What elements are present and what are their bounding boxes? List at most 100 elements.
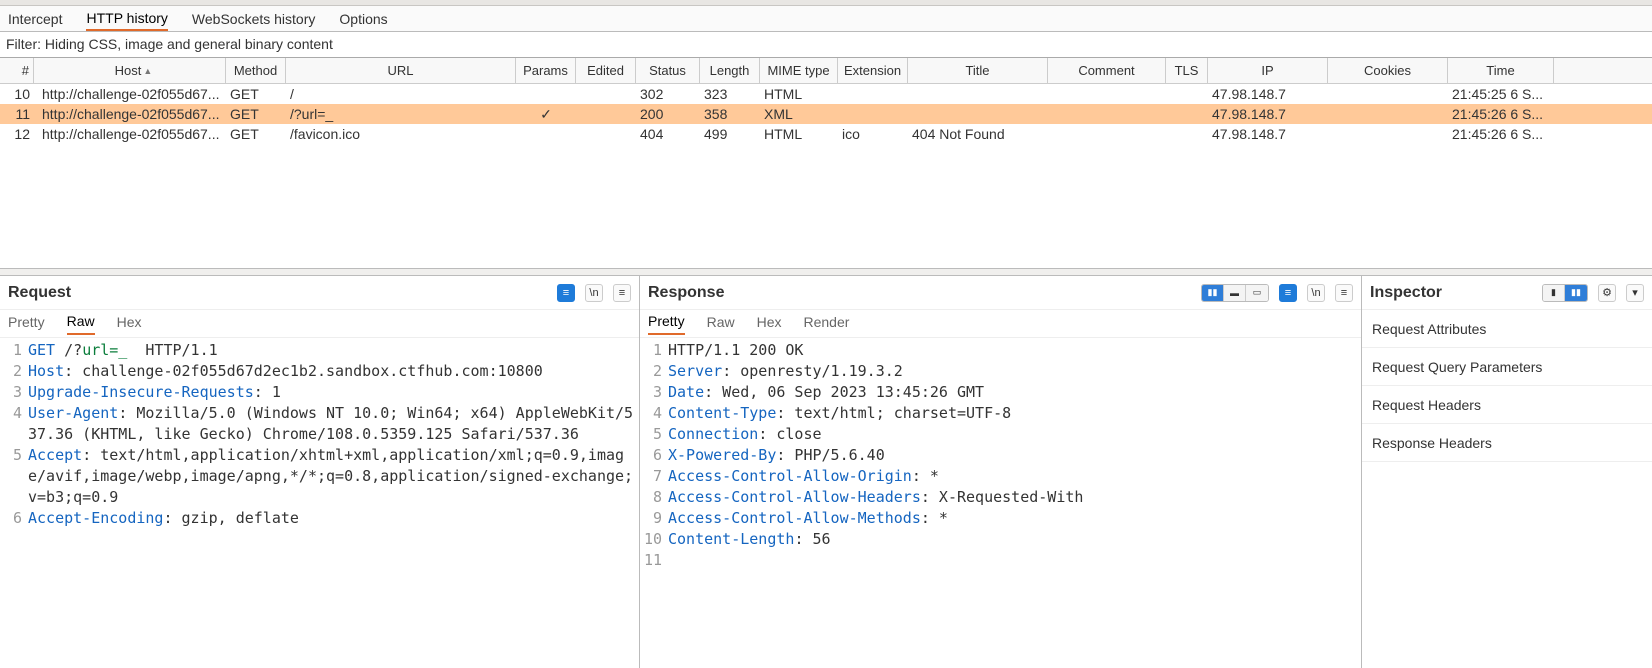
col-method[interactable]: Method: [226, 58, 286, 83]
response-wrap-icon[interactable]: \n: [1307, 284, 1325, 302]
layout-columns-icon[interactable]: ▮▮: [1202, 285, 1224, 301]
request-actions-icon[interactable]: ≡: [557, 284, 575, 302]
cell-edited: [576, 104, 636, 124]
horizontal-splitter[interactable]: [0, 268, 1652, 276]
inspector-section[interactable]: Response Headers: [1362, 424, 1652, 462]
tab-websockets-history[interactable]: WebSockets history: [192, 8, 315, 30]
cell-ext: [838, 104, 908, 124]
code-line: 4Content-Type: text/html; charset=UTF-8: [640, 403, 1361, 424]
inspector-section[interactable]: Request Attributes: [1362, 310, 1652, 348]
layout-toggle[interactable]: ▮▮ ▬ ▭: [1201, 284, 1269, 302]
response-subtab-hex[interactable]: Hex: [757, 314, 782, 334]
table-row[interactable]: 11http://challenge-02f055d67...GET/?url=…: [0, 104, 1652, 124]
response-title: Response: [648, 284, 724, 302]
cell-status: 404: [636, 124, 700, 144]
cell-length: 499: [700, 124, 760, 144]
col-title[interactable]: Title: [908, 58, 1048, 83]
line-number: 5: [640, 424, 668, 445]
inspector-settings-icon[interactable]: ⚙: [1598, 284, 1616, 302]
response-subtab-render[interactable]: Render: [804, 314, 850, 334]
inspector-section[interactable]: Request Query Parameters: [1362, 348, 1652, 386]
col-mime[interactable]: MIME type: [760, 58, 838, 83]
cell-cookies: [1328, 84, 1448, 104]
tab-options[interactable]: Options: [339, 8, 387, 30]
line-text: Content-Type: text/html; charset=UTF-8: [668, 403, 1361, 424]
col-url[interactable]: URL: [286, 58, 516, 83]
cell-status: 302: [636, 84, 700, 104]
request-subtab-raw[interactable]: Raw: [67, 313, 95, 335]
history-table-body[interactable]: 10http://challenge-02f055d67...GET/30232…: [0, 84, 1652, 268]
inspector-section[interactable]: Request Headers: [1362, 386, 1652, 424]
col-params[interactable]: Params: [516, 58, 576, 83]
tab-intercept[interactable]: Intercept: [8, 8, 62, 30]
line-number: 6: [0, 508, 28, 529]
request-subtab-pretty[interactable]: Pretty: [8, 314, 45, 334]
response-subtab-raw[interactable]: Raw: [707, 314, 735, 334]
code-line: 11: [640, 550, 1361, 571]
col-host[interactable]: Host▲: [34, 58, 226, 83]
col-status[interactable]: Status: [636, 58, 700, 83]
response-panel: Response ▮▮ ▬ ▭ ≡ \n ≡ Pretty Raw Hex Re…: [640, 276, 1362, 668]
code-line: 5Accept: text/html,application/xhtml+xml…: [0, 445, 639, 508]
request-wrap-icon[interactable]: \n: [585, 284, 603, 302]
code-line: 2Server: openresty/1.19.3.2: [640, 361, 1361, 382]
line-text: Accept: text/html,application/xhtml+xml,…: [28, 445, 639, 508]
layout-single-icon[interactable]: ▭: [1246, 285, 1268, 301]
col-time[interactable]: Time: [1448, 58, 1554, 83]
cell-mime: XML: [760, 104, 838, 124]
line-text: Accept-Encoding: gzip, deflate: [28, 508, 639, 529]
request-subtab-hex[interactable]: Hex: [117, 314, 142, 334]
sort-indicator-icon: ▲: [143, 66, 152, 76]
col-edited[interactable]: Edited: [576, 58, 636, 83]
cell-status: 200: [636, 104, 700, 124]
col-number[interactable]: #: [0, 58, 34, 83]
col-tls[interactable]: TLS: [1166, 58, 1208, 83]
cell-host: http://challenge-02f055d67...: [34, 104, 226, 124]
inspector-layout-a-icon[interactable]: ▮: [1543, 285, 1565, 301]
line-number: 6: [640, 445, 668, 466]
col-cookies[interactable]: Cookies: [1328, 58, 1448, 83]
line-text: Content-Length: 56: [668, 529, 1361, 550]
line-text: User-Agent: Mozilla/5.0 (Windows NT 10.0…: [28, 403, 639, 445]
cell-title: [908, 84, 1048, 104]
code-line: 1HTTP/1.1 200 OK: [640, 340, 1361, 361]
request-menu-icon[interactable]: ≡: [613, 284, 631, 302]
col-extension[interactable]: Extension: [838, 58, 908, 83]
layout-rows-icon[interactable]: ▬: [1224, 285, 1246, 301]
inspector-section-label: Request Query Parameters: [1372, 359, 1542, 375]
code-line: 4User-Agent: Mozilla/5.0 (Windows NT 10.…: [0, 403, 639, 445]
line-number: 9: [640, 508, 668, 529]
request-code-area[interactable]: 1GET /?url=_ HTTP/1.12Host: challenge-02…: [0, 338, 639, 668]
col-length[interactable]: Length: [700, 58, 760, 83]
line-number: 10: [640, 529, 668, 550]
code-line: 1GET /?url=_ HTTP/1.1: [0, 340, 639, 361]
table-row[interactable]: 12http://challenge-02f055d67...GET/favic…: [0, 124, 1652, 144]
cell-tls: [1166, 104, 1208, 124]
inspector-layout-toggle[interactable]: ▮ ▮▮: [1542, 284, 1588, 302]
response-subtab-pretty[interactable]: Pretty: [648, 313, 685, 335]
cell-cookies: [1328, 124, 1448, 144]
inspector-section-label: Request Attributes: [1372, 321, 1486, 337]
inspector-collapse-icon[interactable]: ▾: [1626, 284, 1644, 302]
response-actions-icon[interactable]: ≡: [1279, 284, 1297, 302]
code-line: 6Accept-Encoding: gzip, deflate: [0, 508, 639, 529]
cell-tls: [1166, 124, 1208, 144]
inspector-header: Inspector ▮ ▮▮ ⚙ ▾: [1362, 276, 1652, 310]
inspector-sections: Request Attributes Request Query Paramete…: [1362, 310, 1652, 462]
line-text: Server: openresty/1.19.3.2: [668, 361, 1361, 382]
line-text: GET /?url=_ HTTP/1.1: [28, 340, 639, 361]
filter-bar[interactable]: Filter: Hiding CSS, image and general bi…: [0, 32, 1652, 58]
request-subtabs: Pretty Raw Hex: [0, 310, 639, 338]
code-line: 9Access-Control-Allow-Methods: *: [640, 508, 1361, 529]
tab-http-history[interactable]: HTTP history: [86, 7, 167, 31]
col-ip[interactable]: IP: [1208, 58, 1328, 83]
code-line: 7Access-Control-Allow-Origin: *: [640, 466, 1361, 487]
cell-title: 404 Not Found: [908, 124, 1048, 144]
col-comment[interactable]: Comment: [1048, 58, 1166, 83]
cell-length: 358: [700, 104, 760, 124]
inspector-layout-b-icon[interactable]: ▮▮: [1565, 285, 1587, 301]
response-code-area[interactable]: 1HTTP/1.1 200 OK2Server: openresty/1.19.…: [640, 338, 1361, 668]
line-number: 2: [0, 361, 28, 382]
table-row[interactable]: 10http://challenge-02f055d67...GET/30232…: [0, 84, 1652, 104]
response-menu-icon[interactable]: ≡: [1335, 284, 1353, 302]
